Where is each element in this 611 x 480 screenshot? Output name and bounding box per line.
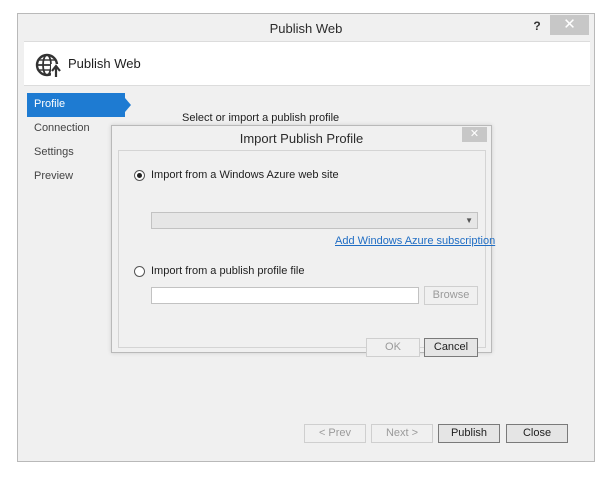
window-title: Publish Web — [269, 21, 343, 36]
next-button[interactable]: Next > — [371, 424, 433, 443]
nav-item-label: Profile — [34, 98, 66, 110]
chevron-down-icon: ▼ — [465, 216, 473, 225]
header-title: Publish Web — [68, 56, 141, 71]
radio-file-option[interactable]: Import from a publish profile file — [134, 265, 304, 277]
modal-content-frame: Import from a Windows Azure web site ▼ A… — [118, 150, 495, 357]
nav-item-label: Connection — [34, 122, 90, 134]
help-button[interactable]: ? — [526, 17, 548, 35]
cancel-button[interactable]: Cancel — [424, 338, 478, 357]
nav-item-label: Preview — [34, 170, 74, 182]
nav-item-label: Settings — [34, 146, 74, 158]
browse-button[interactable]: Browse — [424, 286, 478, 305]
close-button[interactable]: Close — [506, 424, 568, 443]
ok-button[interactable]: OK — [366, 338, 420, 357]
globe-publish-icon — [35, 53, 61, 78]
radio-azure-option[interactable]: Import from a Windows Azure web site — [134, 169, 339, 181]
window-close-button[interactable]: ✕ — [550, 15, 589, 35]
radio-file[interactable] — [134, 265, 145, 277]
nav-item-profile[interactable]: Profile — [27, 93, 131, 117]
publish-button[interactable]: Publish — [438, 424, 500, 443]
prev-button[interactable]: < Prev — [304, 424, 366, 443]
modal-title: Import Publish Profile — [239, 131, 364, 146]
header-panel: Publish Web — [24, 41, 590, 86]
modal-close-button[interactable]: ✕ — [462, 127, 487, 142]
import-profile-modal: Import Publish Profile ✕ Import from a W… — [111, 125, 495, 357]
title-bar[interactable]: Publish Web ? ✕ — [18, 14, 594, 42]
profile-file-path-input[interactable] — [151, 287, 419, 304]
radio-azure-label: Import from a Windows Azure web site — [151, 169, 339, 181]
radio-file-label: Import from a publish profile file — [151, 265, 305, 277]
add-azure-subscription-link[interactable]: Add Windows Azure subscription — [335, 235, 495, 247]
radio-azure[interactable] — [134, 169, 145, 181]
azure-site-select[interactable]: ▼ — [151, 212, 478, 229]
profile-heading: Select or import a publish profile — [182, 112, 340, 124]
